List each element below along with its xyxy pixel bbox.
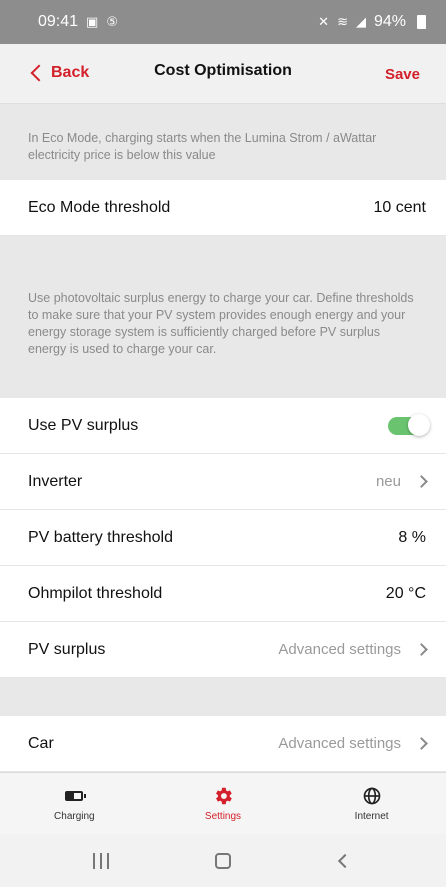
recent-apps-button[interactable]	[71, 846, 131, 876]
back-icon	[337, 853, 353, 868]
save-button[interactable]: Save	[385, 66, 420, 83]
gear-icon	[212, 785, 234, 807]
globe-icon	[362, 785, 382, 807]
eco-threshold-value: 10 cent	[373, 198, 426, 216]
pv-surplus-label: PV surplus	[28, 640, 106, 658]
battery-percent: 94%	[373, 13, 406, 30]
chevron-right-icon	[415, 475, 428, 488]
inverter-value-wrap: neu	[375, 473, 428, 490]
nav-label-settings: Settings	[204, 811, 242, 822]
inverter-label: Inverter	[28, 472, 83, 490]
car-row[interactable]: Car Advanced settings	[0, 716, 446, 772]
eco-threshold-row[interactable]: Eco Mode threshold 10 cent	[0, 180, 446, 236]
ohmpilot-threshold-value: 20 °C	[385, 584, 426, 602]
toggle-knob	[408, 413, 430, 436]
eco-threshold-label: Eco Mode threshold	[28, 198, 171, 216]
settings-content[interactable]: In Eco Mode, charging starts when the Lu…	[0, 104, 446, 772]
nav-item-charging[interactable]: Charging	[14, 785, 134, 822]
nav-item-internet[interactable]: Internet	[312, 785, 432, 822]
pv-surplus-value-wrap: Advanced settings	[278, 641, 428, 658]
ohmpilot-threshold-row[interactable]: Ohmpilot threshold 20 °C	[0, 566, 446, 622]
wifi-icon: ≋	[337, 14, 348, 29]
status-time: 09:41	[38, 13, 79, 30]
bottom-nav: Charging Settings Internet	[0, 772, 446, 834]
system-back-button[interactable]	[315, 846, 375, 876]
nav-label-charging: Charging	[54, 811, 95, 822]
status-bar: 09:41 ▣ ⑤ ✕ ≋ ◢ 94%	[0, 0, 446, 44]
page-title: Cost Optimisation	[154, 62, 292, 79]
mute-icon: ✕	[318, 14, 330, 29]
battery-icon	[417, 15, 426, 29]
home-button[interactable]	[193, 846, 253, 876]
inverter-row[interactable]: Inverter neu	[0, 454, 446, 510]
status-left: 09:41 ▣ ⑤	[38, 13, 118, 31]
use-pv-surplus-toggle[interactable]	[388, 413, 430, 436]
use-pv-surplus-label: Use PV surplus	[28, 416, 139, 434]
nav-label-internet: Internet	[354, 811, 389, 822]
chevron-right-icon	[415, 737, 428, 750]
nav-item-settings[interactable]: Settings	[163, 785, 283, 822]
eco-mode-note: In Eco Mode, charging starts when the Lu…	[28, 131, 377, 162]
use-pv-surplus-row: Use PV surplus	[0, 398, 446, 454]
inverter-value: neu	[375, 473, 401, 490]
ohmpilot-threshold-label: Ohmpilot threshold	[28, 584, 163, 602]
pv-surplus-value: Advanced settings	[278, 641, 401, 658]
pv-battery-threshold-label: PV battery threshold	[28, 528, 173, 546]
battery-icon	[65, 785, 87, 807]
image-notification-icon: ▣	[86, 14, 99, 29]
pv-battery-threshold-value: 8 %	[398, 528, 426, 546]
home-icon	[215, 852, 231, 869]
car-value: Advanced settings	[278, 735, 401, 752]
header: Back Cost Optimisation Save	[0, 44, 446, 104]
pv-battery-threshold-row[interactable]: PV battery threshold 8 %	[0, 510, 446, 566]
notification-icon: ⑤	[106, 14, 118, 29]
chevron-right-icon	[415, 643, 428, 656]
car-label: Car	[28, 734, 54, 752]
recent-apps-icon	[93, 852, 109, 869]
car-value-wrap: Advanced settings	[278, 735, 428, 752]
status-right: ✕ ≋ ◢ 94%	[318, 13, 426, 31]
pv-surplus-note: Use photovoltaic surplus energy to charg…	[28, 291, 414, 356]
signal-icon: ◢	[355, 14, 366, 29]
system-nav-bar	[0, 834, 446, 887]
pv-surplus-row[interactable]: PV surplus Advanced settings	[0, 622, 446, 678]
